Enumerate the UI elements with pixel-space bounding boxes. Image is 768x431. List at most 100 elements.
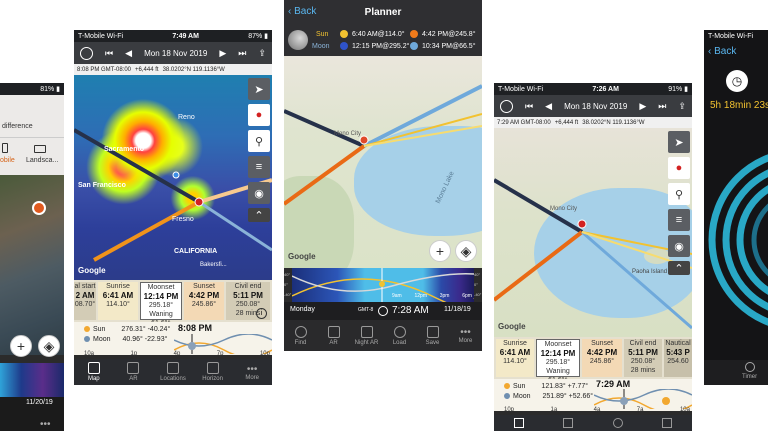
moonrise-text: 10:34 PM@66.5°	[422, 43, 476, 50]
event-cell-civil-end[interactable]: Civil end 5:11 PM 250.08° 28 mins	[624, 339, 662, 377]
collapse-button[interactable]: ⌃	[248, 208, 270, 222]
tab-locations[interactable]: Locations	[153, 362, 193, 382]
clock-icon[interactable]	[378, 306, 388, 316]
horizon-icon[interactable]	[662, 418, 673, 428]
event-cell-sunrise[interactable]: Sunrise 6:41 AM 114.10°	[98, 282, 138, 320]
tab-save[interactable]: Save	[416, 325, 449, 346]
search-icon	[166, 362, 179, 374]
tab-horizon[interactable]: Horizon	[193, 362, 233, 382]
time-text[interactable]: 7:28 AM	[392, 305, 429, 316]
add-button[interactable]: +	[10, 335, 32, 357]
info-icon[interactable]: i	[256, 308, 267, 319]
tab-ar[interactable]: AR	[317, 325, 350, 346]
moonrise-icon	[410, 42, 418, 50]
tab-more[interactable]: ••• More	[449, 327, 482, 344]
share-icon[interactable]: ⇪	[258, 48, 266, 59]
satellite-map[interactable]	[0, 175, 64, 355]
layers-button[interactable]: ◈	[38, 335, 60, 357]
altitude-chart[interactable]: 9am 12pm 3pm 6pm	[292, 268, 474, 302]
google-logo: Google	[78, 266, 106, 275]
date-label[interactable]: Mon 18 Nov 2019	[564, 102, 627, 111]
layers-button[interactable]: ≡	[668, 209, 690, 231]
time-thumb[interactable]	[188, 342, 196, 350]
clock-icon[interactable]	[500, 99, 513, 113]
gmt-text: GMT-8	[358, 307, 374, 313]
mode-mobile-label[interactable]: obile	[0, 157, 15, 164]
next-icon[interactable]: ▶	[219, 48, 226, 59]
mode-landscape-label[interactable]: Landsca...	[26, 157, 58, 164]
phone-screen-4: T-Mobile Wi-Fi 7:26 AM 91% ▮ ⏮ ◀ Mon 18 …	[494, 83, 692, 431]
pin-button[interactable]: ●	[668, 157, 690, 179]
pin-button[interactable]: ●	[248, 104, 270, 126]
moonset-line	[74, 128, 200, 204]
location-pin[interactable]	[194, 197, 204, 207]
moon-row: Moon 251.89° +52.66°	[504, 392, 593, 402]
ephemeris-header: Sun Moon 6:40 AM@114.0° 4:42 PM@245.8° 1…	[284, 26, 482, 56]
collapse-button[interactable]: ⌃	[668, 261, 690, 275]
skip-back-icon[interactable]: ⏮	[105, 48, 113, 59]
horizon-icon	[206, 362, 219, 374]
map-label: San Francisco	[78, 182, 126, 189]
moon-phase-icon	[288, 30, 308, 50]
elevation-text: +6,444 ft	[135, 66, 159, 73]
bearing-pin-icon[interactable]	[32, 201, 46, 215]
layers-button[interactable]: ◈	[455, 240, 477, 262]
geodetics-button[interactable]: ⚲	[248, 130, 270, 152]
landscape-icon[interactable]	[34, 145, 46, 153]
ar-icon	[127, 362, 140, 374]
time-thumb[interactable]	[620, 397, 628, 405]
share-icon[interactable]: ⇪	[678, 101, 686, 112]
map-label: Mono City	[550, 206, 578, 212]
phone-screen-2: T-Mobile Wi-Fi 7:49 AM 87% ▮ ⏮ ◀ Mon 18 …	[74, 30, 272, 385]
event-cell-moonset[interactable]: Moonset12:14 PM295.18°Waning 61.6%	[140, 282, 182, 327]
layers-button[interactable]: ≡	[248, 156, 270, 178]
more-icon[interactable]: •••	[40, 419, 51, 430]
tab-night-ar[interactable]: Night AR	[350, 325, 383, 346]
skip-forward-icon[interactable]: ⏭	[658, 101, 666, 112]
prev-icon[interactable]: ◀	[545, 101, 552, 112]
mobile-icon[interactable]	[2, 143, 8, 153]
event-cell[interactable]: al start 2 AM 08.70°	[74, 282, 96, 320]
sunset-icon	[410, 30, 418, 38]
event-cell-nautical[interactable]: Nautical 5:43 P 254.60	[664, 339, 692, 377]
tab-load[interactable]: Load	[383, 325, 416, 346]
map-icon[interactable]	[513, 418, 524, 428]
add-button[interactable]: +	[429, 240, 451, 262]
sunrise-text: 6:40 AM@114.0°	[352, 31, 405, 38]
clock-icon[interactable]	[80, 46, 93, 60]
elevation-text: +6,444 ft	[554, 119, 579, 126]
event-cell-sunset[interactable]: Sunset 4:42 PM 245.86°	[184, 282, 224, 320]
event-cell-sunset[interactable]: Sunset 4:42 PM 245.86°	[582, 339, 622, 377]
skip-forward-icon[interactable]: ⏭	[238, 48, 246, 59]
google-logo: Google	[498, 322, 526, 331]
back-button[interactable]: ‹ Back	[708, 46, 736, 57]
next-icon[interactable]: ▶	[639, 101, 646, 112]
search-icon	[294, 325, 307, 338]
event-cell-sunrise[interactable]: Sunrise 6:41 AM 114.10°	[496, 339, 534, 377]
timeline-ticks: 10a 1p 4p 7p 10p	[84, 351, 270, 357]
locate-button[interactable]: ➤	[248, 78, 270, 100]
tab-timer[interactable]: Timer	[742, 362, 757, 380]
countdown-text: 5h 18min 23s	[710, 100, 768, 111]
sunrise-icon	[340, 30, 348, 38]
skip-back-icon[interactable]: ⏮	[525, 101, 533, 112]
date-label[interactable]: Mon 18 Nov 2019	[144, 49, 207, 58]
event-cell-moonset[interactable]: Moonset12:14 PM295.18°Waning 61.6%	[536, 339, 580, 384]
prev-icon[interactable]: ◀	[125, 48, 132, 59]
time-zone-text: 7:29 AM GMT-08:00	[497, 119, 551, 126]
carrier-text: T-Mobile Wi-Fi	[498, 85, 544, 93]
terrain-button[interactable]: ◉	[248, 182, 270, 204]
terrain-button[interactable]: ◉	[668, 235, 690, 257]
ar-icon[interactable]	[563, 418, 574, 428]
geodetics-button[interactable]: ⚲	[668, 183, 690, 205]
location-pin[interactable]	[359, 135, 369, 145]
tab-ar[interactable]: AR	[114, 362, 154, 382]
tab-more[interactable]: ••• More	[232, 364, 272, 381]
locate-button[interactable]: ➤	[668, 131, 690, 153]
search-icon[interactable]	[612, 418, 623, 428]
timeline-curves[interactable]	[594, 389, 692, 409]
location-pin[interactable]	[577, 219, 587, 229]
date-text[interactable]: 11/18/19	[444, 306, 471, 313]
tab-find[interactable]: Find	[284, 325, 317, 346]
tab-map[interactable]: Map	[74, 362, 114, 382]
